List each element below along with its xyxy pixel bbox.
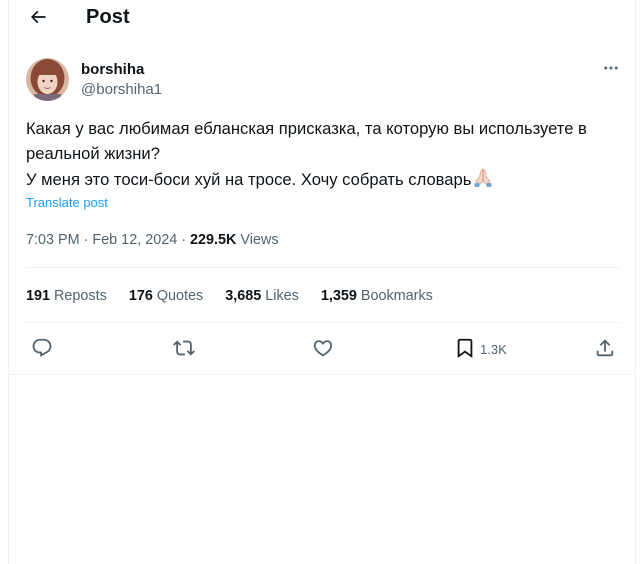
bookmark-icon	[454, 337, 476, 362]
author-handle[interactable]: @borshiha1	[81, 81, 162, 98]
reply-icon	[31, 337, 53, 362]
action-bar: 1.3K	[9, 336, 635, 364]
post-date[interactable]: Feb 12, 2024	[92, 232, 177, 248]
more-options-button[interactable]	[599, 58, 623, 82]
post-text-line: реальной жизни?	[26, 143, 160, 163]
meta-separator: ·	[177, 232, 190, 248]
likes-stat[interactable]: 3,685 Likes	[225, 288, 299, 304]
heart-icon	[312, 337, 334, 362]
repost-icon	[173, 337, 195, 362]
folded-hands-icon	[472, 166, 494, 196]
post-time[interactable]: 7:03 PM	[26, 232, 80, 248]
top-bar: Post	[9, 0, 635, 38]
meta-separator: ·	[79, 232, 93, 248]
like-button[interactable]	[312, 336, 334, 362]
avatar[interactable]	[26, 58, 69, 101]
author-display-name[interactable]: borshiha	[81, 61, 144, 78]
post-text-line-content: У меня это тоси-боси хуй на тросе. Хочу …	[26, 170, 472, 189]
back-button[interactable]	[25, 6, 51, 32]
bookmarks-label: Bookmarks	[360, 288, 433, 304]
post-meta: 7:03 PM · Feb 12, 2024 · 229.5K Views	[26, 232, 279, 248]
share-icon	[594, 337, 616, 362]
post-text: Какая у вас любимая ебланская присказка,…	[26, 117, 626, 196]
quotes-count: 176	[128, 288, 153, 304]
quotes-label: Quotes	[156, 288, 204, 304]
page-title: Post	[86, 6, 130, 28]
reposts-count: 191	[26, 288, 51, 304]
quotes-stat[interactable]: 176 Quotes	[129, 288, 203, 304]
reply-button[interactable]	[31, 336, 53, 362]
views-count: 229.5K	[190, 232, 237, 248]
bookmarks-count: 1,359	[320, 288, 357, 304]
arrow-left-icon	[28, 7, 48, 32]
likes-label: Likes	[265, 288, 299, 304]
post-page: Post borshiha @borshiha1 Какая у вас люб…	[8, 0, 636, 564]
divider	[9, 374, 635, 375]
post-text-line: Какая у вас любимая ебланская присказка,…	[26, 119, 587, 138]
repost-button[interactable]	[173, 336, 195, 362]
translate-post-link[interactable]: Translate post	[26, 195, 108, 210]
post-text-line-last: У меня это тоси-боси хуй на тросе. Хочу …	[26, 166, 626, 196]
engagement-stats: 191 Reposts 176 Quotes 3,685 Likes 1,359…	[26, 288, 455, 304]
bookmarks-stat[interactable]: 1,359 Bookmarks	[321, 288, 433, 304]
likes-count: 3,685	[225, 288, 262, 304]
more-horizontal-icon	[602, 59, 620, 82]
divider	[26, 267, 620, 268]
reposts-stat[interactable]: 191 Reposts	[26, 288, 107, 304]
share-button[interactable]	[594, 336, 616, 362]
bookmark-count: 1.3K	[480, 341, 507, 357]
reposts-label: Reposts	[54, 288, 107, 304]
bookmark-button[interactable]: 1.3K	[454, 336, 507, 362]
divider	[26, 322, 620, 323]
views-label: Views	[236, 232, 279, 248]
